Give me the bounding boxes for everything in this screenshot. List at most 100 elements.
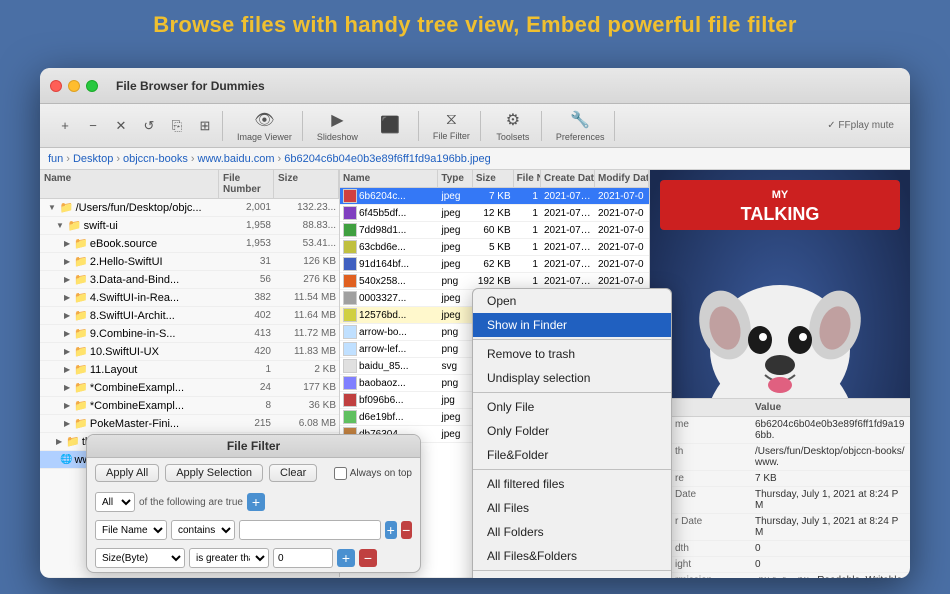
prop-row-create: Date Thursday, July 1, 2021 at 8:24 PM xyxy=(671,487,910,514)
toolbar-toolsets-group: ⚙ Toolsets xyxy=(485,111,542,141)
file-filter-btn[interactable]: ⧖ File Filter xyxy=(427,109,476,143)
tree-row-2hello[interactable]: ▶ 📁 2.Hello-SwiftUI 31 126 KB xyxy=(40,253,339,271)
folder-icon: 📁 xyxy=(74,309,88,322)
always-on-top-input[interactable] xyxy=(334,467,347,480)
prop-val: 7 KB xyxy=(751,471,910,486)
menu-item-only-file[interactable]: Only File xyxy=(473,395,671,419)
tree-row-8swiftui[interactable]: ▶ 📁 8.SwiftUI-Archit... 402 11.64 MB xyxy=(40,307,339,325)
maximize-traffic-light[interactable] xyxy=(86,80,98,92)
toolbar-copy-btn[interactable]: ⎘ xyxy=(164,113,190,139)
apply-all-button[interactable]: Apply All xyxy=(95,464,159,482)
menu-item-all-files[interactable]: All Files xyxy=(473,496,671,520)
filter-operator-select-1[interactable]: contains xyxy=(171,520,235,540)
tree-row-3data[interactable]: ▶ 📁 3.Data-and-Bind... 56 276 KB xyxy=(40,271,339,289)
stop-btn[interactable]: ⬛ xyxy=(366,113,414,139)
folder-icon: 📁 xyxy=(74,345,88,358)
menu-item-all-filtered[interactable]: All filtered files xyxy=(473,472,671,496)
menu-item-remove-trash[interactable]: Remove to trash xyxy=(473,342,671,366)
tree-cell-size: 36 KB xyxy=(274,400,339,411)
menu-item-only-folder[interactable]: Only Folder xyxy=(473,419,671,443)
tree-row-11layout[interactable]: ▶ 📁 11.Layout 1 2 KB xyxy=(40,361,339,379)
window-title: File Browser for Dummies xyxy=(116,79,265,93)
toolsets-btn[interactable]: ⚙ Toolsets xyxy=(489,108,537,144)
file-thumb xyxy=(343,410,357,424)
filter-row-remove-btn-1[interactable]: − xyxy=(401,521,413,539)
filter-row-add-btn-2[interactable]: + xyxy=(337,549,355,567)
toolbar: + − ✕ ↺ ⎘ ⊞ 👁 Image Viewer ▶ Slideshow xyxy=(40,104,910,148)
fl-cell-create: 2021-07-01... xyxy=(541,242,595,253)
expand-icon: ▶ xyxy=(64,275,70,284)
prefs-icon: 🔧 xyxy=(570,110,590,130)
fl-row-4[interactable]: 91d164bf... jpeg 62 KB 1 2021-07-01... 2… xyxy=(340,256,649,273)
close-traffic-light[interactable] xyxy=(50,80,62,92)
breadcrumb-objccn[interactable]: objccn-books xyxy=(123,153,188,165)
menu-item-open[interactable]: Open xyxy=(473,289,671,313)
breadcrumb-fun[interactable]: fun xyxy=(48,153,63,165)
file-thumb xyxy=(343,325,357,339)
tree-row-combine2[interactable]: ▶ 📁 *CombineExampl... 8 36 KB xyxy=(40,397,339,415)
tree-row-combine1[interactable]: ▶ 📁 *CombineExampl... 24 177 KB xyxy=(40,379,339,397)
always-on-top-checkbox[interactable]: Always on top xyxy=(334,467,412,480)
tree-row-9combine[interactable]: ▶ 📁 9.Combine-in-S... 413 11.72 MB xyxy=(40,325,339,343)
filter-value-input-2[interactable] xyxy=(273,548,333,568)
breadcrumb-baidu[interactable]: www.baidu.com xyxy=(198,153,275,165)
toolbar-minus-btn[interactable]: − xyxy=(80,113,106,139)
clear-button[interactable]: Clear xyxy=(269,464,317,482)
fl-row-1[interactable]: 6f45b5df... jpeg 12 KB 1 2021-07-01... 2… xyxy=(340,205,649,222)
svg-text:TALKING: TALKING xyxy=(741,204,820,224)
toolbar-filter-group: ⧖ File Filter xyxy=(423,111,481,141)
tree-row-root[interactable]: ▼ 📁 /Users/fun/Desktop/objc... 2,001 132… xyxy=(40,199,339,217)
filter-row-remove-btn-2[interactable]: − xyxy=(359,549,377,567)
folder-icon: 📁 xyxy=(74,327,88,340)
fl-row-0[interactable]: 6b6204c... jpeg 7 KB 1 2021-07-01... 202… xyxy=(340,188,649,205)
toolsets-icon: ⚙ xyxy=(506,110,520,130)
page-background: Browse files with handy tree view, Embed… xyxy=(0,0,950,46)
fl-cell-type: png xyxy=(438,378,472,389)
filter-scope-select[interactable]: All xyxy=(95,492,135,512)
tree-row-4swiftui[interactable]: ▶ 📁 4.SwiftUI-in-Rea... 382 11.54 MB xyxy=(40,289,339,307)
image-viewer-btn[interactable]: 👁 Image Viewer xyxy=(231,108,298,144)
toolbar-close-btn[interactable]: ✕ xyxy=(108,113,134,139)
expand-icon: ▶ xyxy=(64,329,70,338)
menu-item-all-files-folders[interactable]: All Files&Folders xyxy=(473,544,671,568)
menu-item-file-folder[interactable]: File&Folder xyxy=(473,443,671,467)
tree-row-pokemon[interactable]: ▶ 📁 PokeMaster-Fini... 215 6.08 MB xyxy=(40,415,339,433)
file-thumb xyxy=(343,274,357,288)
menu-item-refresh[interactable]: Refresh all files xyxy=(473,573,671,578)
file-list-header: Name Type Size File Nu... Create Date Mo… xyxy=(340,170,649,188)
tree-row-ebook[interactable]: ▶ 📁 eBook.source 1,953 53.41... xyxy=(40,235,339,253)
tree-cell-size: 126 KB xyxy=(274,256,339,267)
fl-cell-modify: 2021-07-0 xyxy=(595,259,649,270)
fl-row-3[interactable]: 63cbd6e... jpeg 5 KB 1 2021-07-01... 202… xyxy=(340,239,649,256)
breadcrumb-sep1: › xyxy=(66,153,70,165)
fl-row-2[interactable]: 7dd98d1... jpeg 60 KB 1 2021-07-01... 20… xyxy=(340,222,649,239)
filter-row-add-btn-1[interactable]: + xyxy=(385,521,397,539)
filter-field-select-2[interactable]: Size(Byte) xyxy=(95,548,185,568)
breadcrumb-file[interactable]: 6b6204c6b04e0b3e89f6ff1fd9a196bb.jpeg xyxy=(284,153,491,165)
breadcrumb-desktop[interactable]: Desktop xyxy=(73,153,113,165)
tree-row-swift-ui[interactable]: ▼ 📁 swift-ui 1,958 88.83... xyxy=(40,217,339,235)
tree-row-label: 8.SwiftUI-Archit... xyxy=(90,310,175,322)
toolbar-grid-btn[interactable]: ⊞ xyxy=(192,113,218,139)
toolbar-add-btn[interactable]: + xyxy=(52,113,78,139)
menu-item-all-folders[interactable]: All Folders xyxy=(473,520,671,544)
apply-selection-button[interactable]: Apply Selection xyxy=(165,464,263,482)
slideshow-btn[interactable]: ▶ Slideshow xyxy=(311,108,364,144)
fl-cell-size: 12 KB xyxy=(473,208,514,219)
tree-row-10swiftui[interactable]: ▶ 📁 10.SwiftUI-UX 420 11.83 MB xyxy=(40,343,339,361)
filter-field-select-1[interactable]: File Name xyxy=(95,520,167,540)
minimize-traffic-light[interactable] xyxy=(68,80,80,92)
toolbar-refresh-btn[interactable]: ↺ xyxy=(136,113,162,139)
properties-panel: Value me 6b6204c6b04e0b3e89f6ff1fd9a196b… xyxy=(670,398,910,578)
menu-item-show-finder[interactable]: Show in Finder xyxy=(473,313,671,337)
filter-add-condition-btn[interactable]: + xyxy=(247,493,265,511)
filter-value-input-1[interactable] xyxy=(239,520,381,540)
image-viewer-label: Image Viewer xyxy=(237,132,292,142)
tree-cell-size: 11.64 MB xyxy=(274,310,339,321)
prop-key: th xyxy=(671,444,751,470)
menu-item-undisplay[interactable]: Undisplay selection xyxy=(473,366,671,390)
preferences-btn[interactable]: 🔧 Preferences xyxy=(550,108,611,144)
slideshow-label: Slideshow xyxy=(317,132,358,142)
filter-operator-select-2[interactable]: is greater than xyxy=(189,548,269,568)
tree-cell-size: 6.08 MB xyxy=(274,418,339,429)
